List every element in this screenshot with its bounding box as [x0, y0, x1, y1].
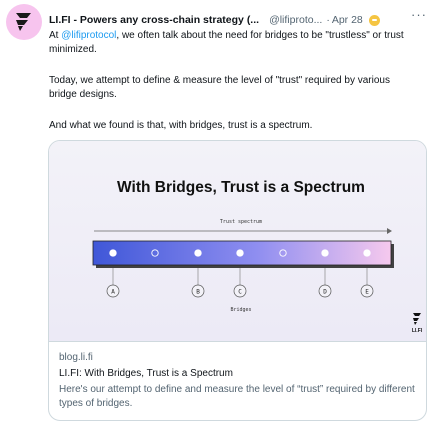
marker-label: C — [238, 288, 242, 295]
arrow-head — [387, 228, 392, 234]
tweet-paragraph-2: Today, we attempt to define & measure th… — [49, 75, 390, 100]
card-image[interactable]: With Bridges, Trust is a Spectrum Trust … — [49, 141, 426, 341]
bridges-label: Bridges — [230, 307, 251, 313]
tweet-date[interactable]: Apr 28 — [332, 14, 363, 26]
tweet-header: LI.FI - Powers any cross-chain strategy … — [49, 7, 429, 28]
bridge-markers: A B C D E — [106, 268, 374, 298]
marker-label: A — [111, 288, 115, 295]
author-name[interactable]: LI.FI - Powers any cross-chain strategy … — [49, 14, 259, 26]
tweet-paragraph-3: And what we found is that, with bridges,… — [49, 120, 313, 131]
logo-text: LI.FI — [412, 328, 423, 334]
lifi-logo-icon — [16, 13, 31, 31]
paragraph-1-prefix: At — [49, 30, 62, 41]
card-description: Here's our attempt to define and measure… — [59, 384, 415, 409]
card-text[interactable]: blog.li.fi LI.FI: With Bridges, Trust is… — [49, 341, 426, 420]
image-title: With Bridges, Trust is a Spectrum — [117, 179, 365, 196]
marker-label: E — [365, 288, 369, 295]
coin-emoji-icon — [368, 14, 380, 26]
spectrum-dot — [109, 249, 117, 257]
link-card[interactable]: With Bridges, Trust is a Spectrum Trust … — [48, 140, 427, 421]
tweet-paragraph-1: At @lifiprotocol, we often talk about th… — [49, 29, 419, 56]
spectrum-label: Trust spectrum — [220, 219, 262, 225]
mention-link[interactable]: @lifiprotocol — [61, 30, 116, 41]
spectrum-dot — [236, 249, 244, 257]
avatar[interactable] — [6, 4, 42, 40]
card-title: LI.FI: With Bridges, Trust is a Spectrum — [59, 368, 233, 379]
card-domain: blog.li.fi — [59, 352, 93, 363]
marker-label: D — [323, 288, 327, 295]
spectrum-dot — [363, 249, 371, 257]
spectrum-dot — [321, 249, 329, 257]
more-icon[interactable]: ··· — [411, 7, 427, 22]
trust-spectrum-graphic: With Bridges, Trust is a Spectrum Trust … — [92, 179, 423, 334]
author-handle[interactable]: @lifiproto... — [269, 14, 322, 26]
spectrum-dot — [194, 249, 202, 257]
separator: · — [326, 14, 330, 26]
lifi-corner-logo: LI.FI — [412, 313, 423, 334]
marker-label: B — [196, 288, 200, 295]
